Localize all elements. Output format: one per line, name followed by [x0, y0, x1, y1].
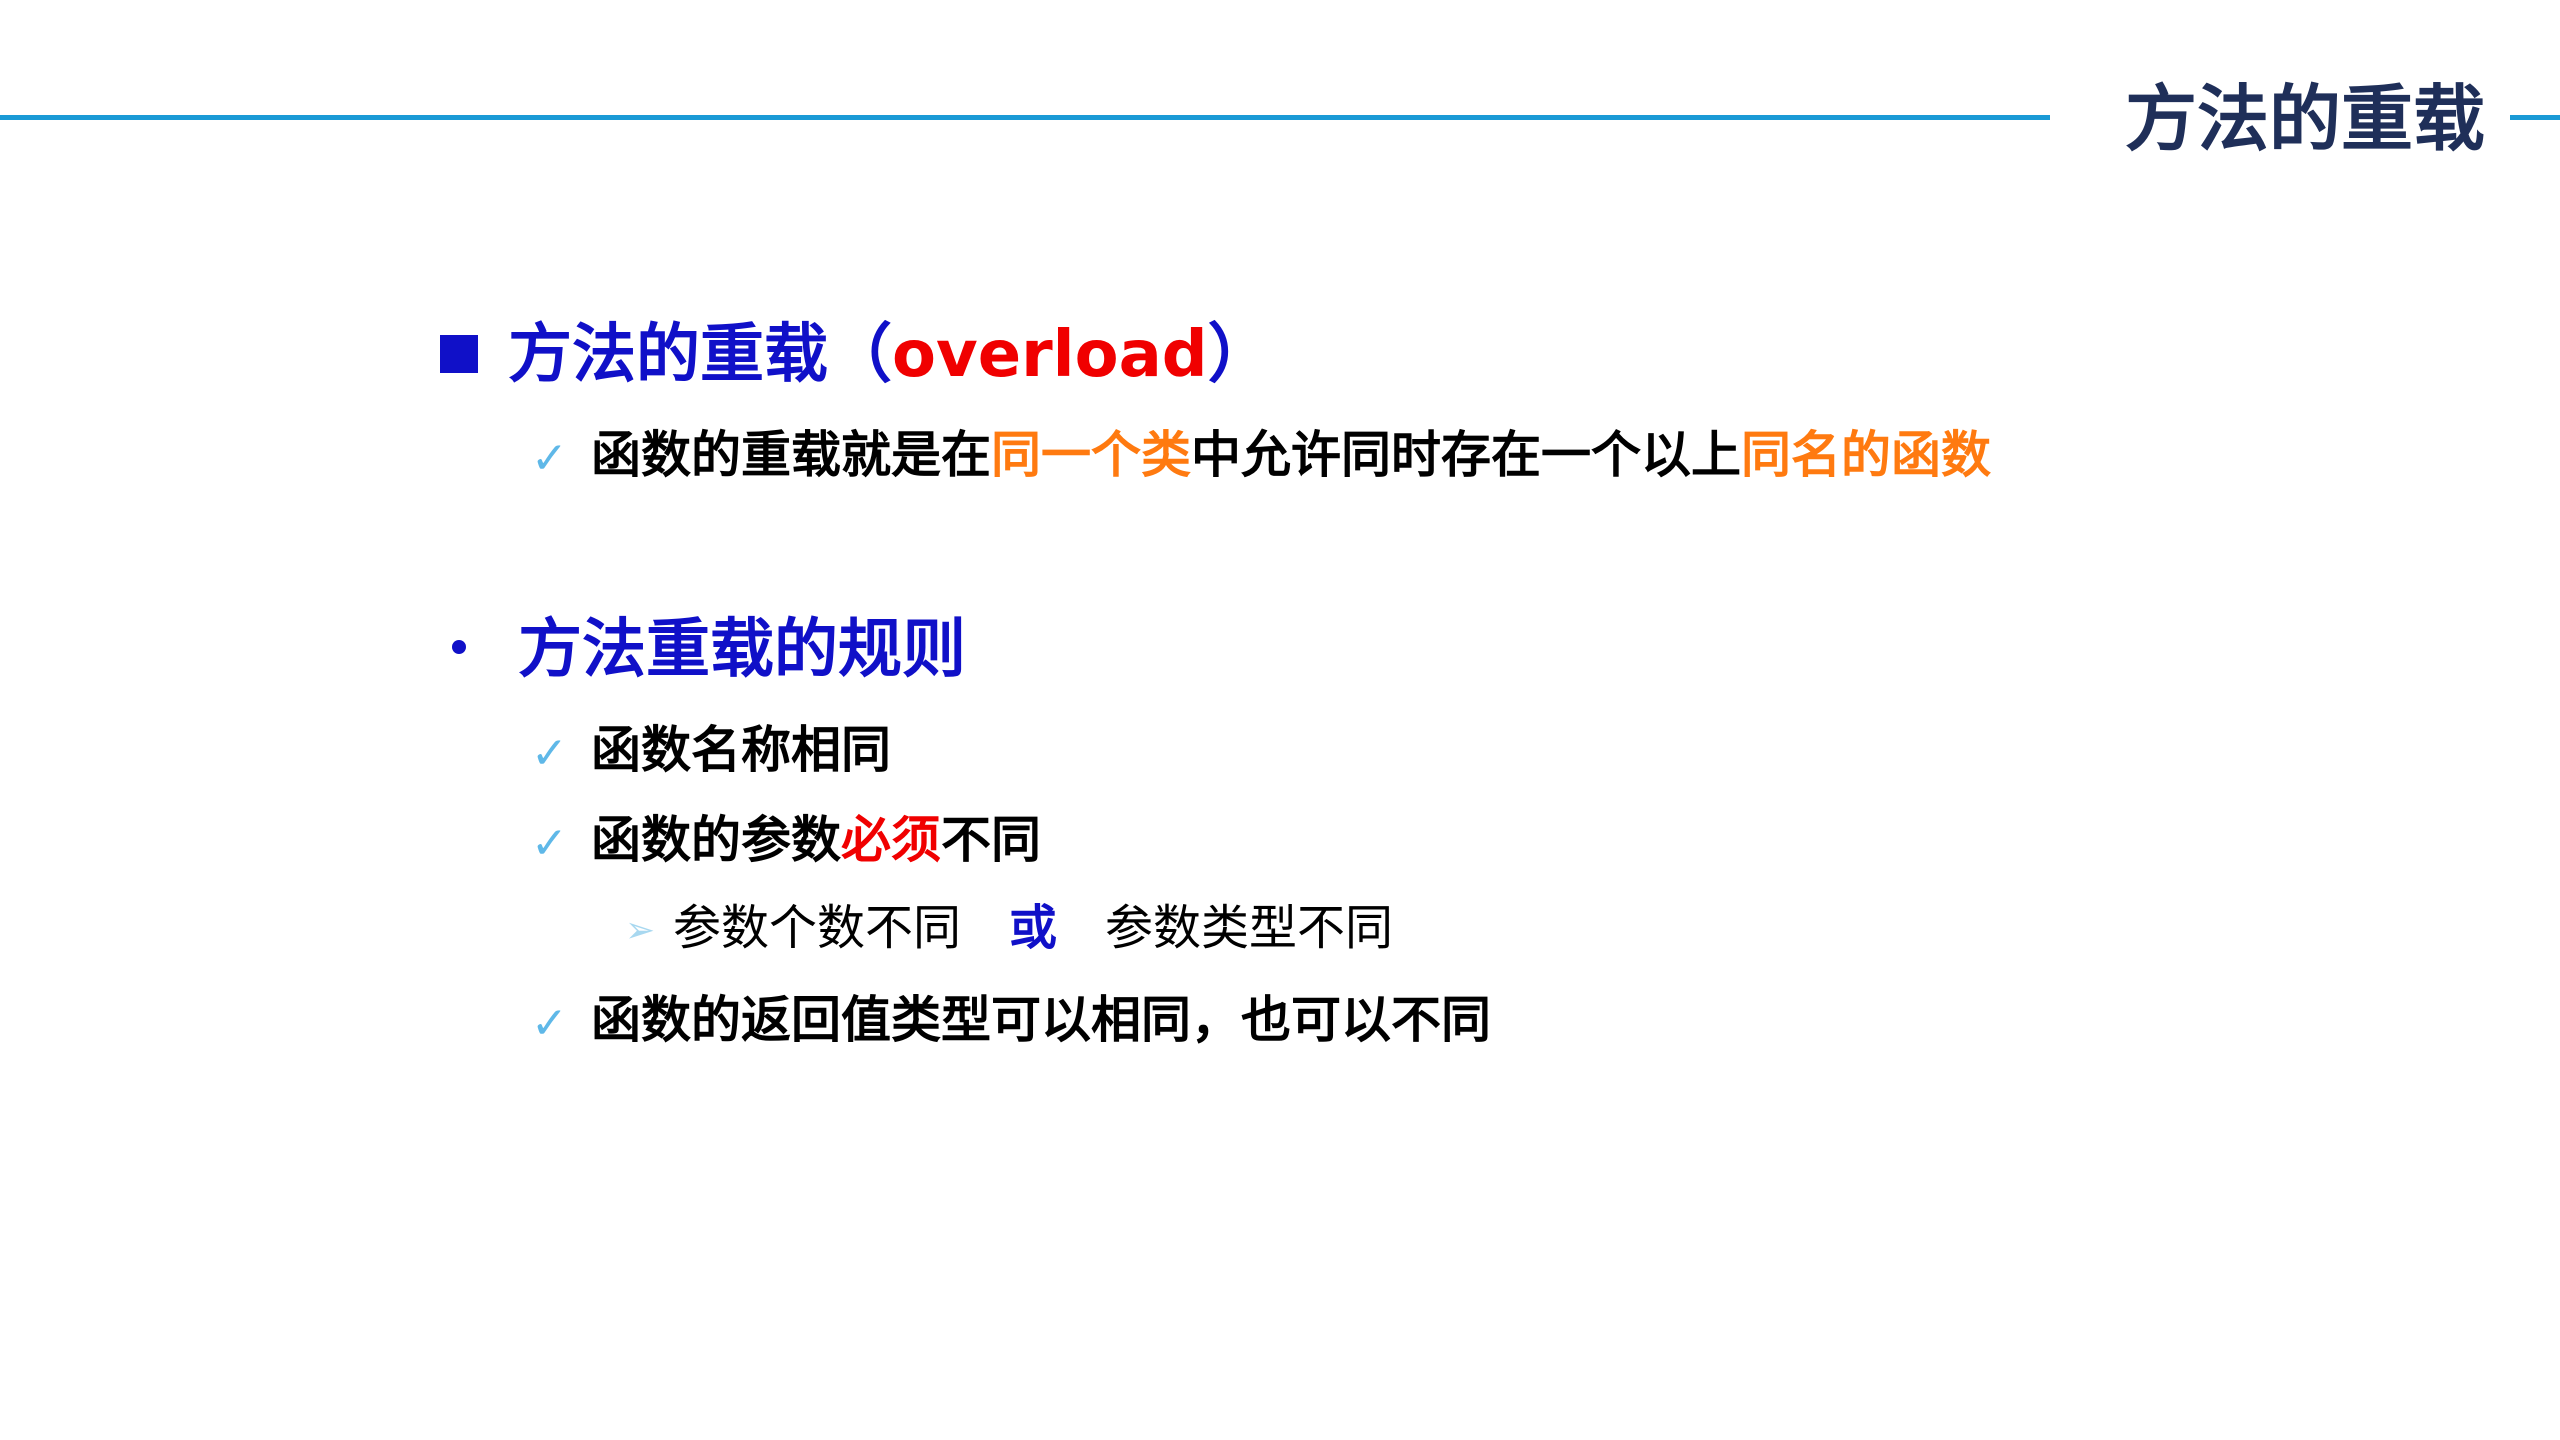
definition-highlight-same-class: 同一个类 — [991, 426, 1191, 484]
list-item-rule-same-name: ✓ 函数名称相同 — [531, 715, 891, 789]
check-icon: ✓ — [531, 817, 568, 869]
square-bullet-icon — [440, 335, 478, 374]
list-item-sub-rule: ➢ 参数个数不同或参数类型不同 — [625, 893, 1393, 966]
sub-rule-left: 参数个数不同 — [673, 900, 962, 956]
slide: 方法的重载 方法的重载（overload） ✓ 函数的重载就是在同一个类中允许同时… — [0, 0, 2560, 1440]
rules-heading-text: 方法重载的规则 — [518, 613, 966, 687]
check-icon: ✓ — [531, 432, 568, 484]
heading-text: 方法的重载（ — [508, 318, 892, 392]
definition-part2: 中允许同时存在一个以上 — [1191, 426, 1741, 484]
heading-close: ） — [1207, 318, 1272, 392]
heading-keyword: overload — [892, 318, 1208, 392]
dot-bullet-icon — [452, 640, 466, 655]
check-icon: ✓ — [531, 727, 568, 779]
list-item-rule-params-differ: ✓ 函数的参数必须不同 — [531, 805, 1041, 879]
section-heading-rules: 方法重载的规则 — [440, 605, 966, 695]
rule3-text: 函数的返回值类型可以相同，也可以不同 — [591, 991, 1491, 1049]
list-item-rule-return-type: ✓ 函数的返回值类型可以相同，也可以不同 — [531, 985, 1491, 1059]
rule2-part1: 函数的参数 — [591, 811, 841, 869]
definition-highlight-same-name: 同名的函数 — [1741, 426, 1991, 484]
section-heading-overload: 方法的重载（overload） — [440, 310, 1272, 400]
sub-rule-connector: 或 — [1009, 900, 1058, 956]
rule1-text: 函数名称相同 — [591, 721, 891, 779]
header-divider-right — [2510, 115, 2560, 120]
check-icon: ✓ — [531, 997, 568, 1049]
rule2-part2: 不同 — [941, 811, 1041, 869]
definition-part1: 函数的重载就是在 — [591, 426, 991, 484]
arrow-icon: ➢ — [625, 910, 656, 951]
list-item-overload-definition: ✓ 函数的重载就是在同一个类中允许同时存在一个以上同名的函数 — [531, 420, 1991, 494]
header-divider-left — [0, 115, 2050, 120]
page-title: 方法的重载 — [2124, 77, 2485, 161]
rule2-highlight-must: 必须 — [841, 811, 941, 869]
sub-rule-right: 参数类型不同 — [1105, 900, 1394, 956]
